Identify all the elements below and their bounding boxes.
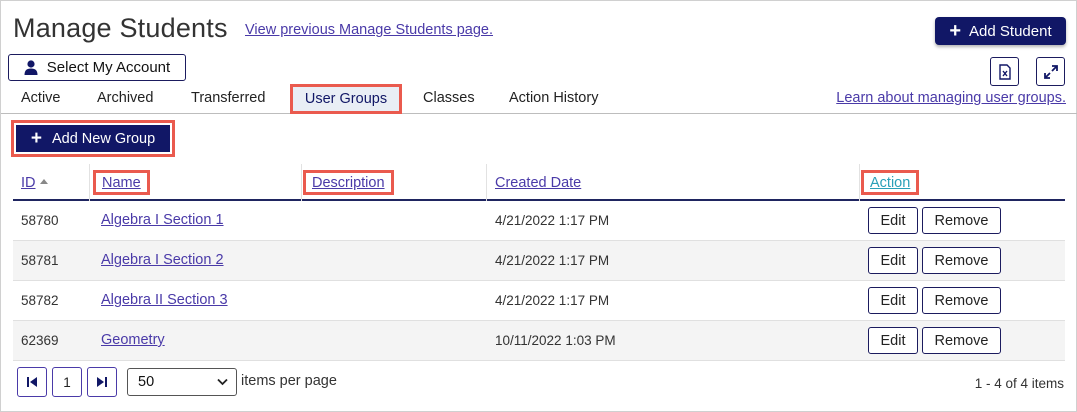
first-page-icon [27,377,37,387]
row-name-link[interactable]: Algebra II Section 3 [101,292,228,308]
view-previous-page-link[interactable]: View previous Manage Students page. [245,22,493,38]
table-row: 58781 Algebra I Section 2 4/21/2022 1:17… [13,241,1065,281]
row-id: 58781 [21,253,59,268]
page-title: Manage Students [13,13,228,43]
tab-active[interactable]: Active [21,90,61,106]
edit-button[interactable]: Edit [868,207,918,234]
table-header: ID Name Description Created Date Action [13,164,1065,201]
chevron-down-icon [217,378,228,386]
row-id: 58782 [21,293,59,308]
last-page-button[interactable] [87,367,117,397]
user-groups-table: ID Name Description Created Date Action … [13,164,1065,361]
tab-user-groups[interactable]: User Groups [290,84,402,114]
column-header-id-label: ID [21,175,36,191]
learn-user-groups-link[interactable]: Learn about managing user groups. [836,90,1066,106]
tab-bar: Active Archived Transferred User Groups … [1,81,1077,114]
row-name-link[interactable]: Geometry [101,332,165,348]
tab-transferred[interactable]: Transferred [191,90,265,106]
edit-button[interactable]: Edit [868,327,918,354]
user-icon [24,60,38,75]
add-new-group-inner: + Add New Group [16,125,170,152]
edit-button[interactable]: Edit [868,287,918,314]
add-student-label: Add Student [969,22,1052,40]
items-per-page-value: 50 [138,374,155,390]
column-divider [486,164,487,201]
row-name-link[interactable]: Algebra I Section 2 [101,252,224,268]
select-my-account-label: Select My Account [46,59,171,76]
column-header-created-date[interactable]: Created Date [495,175,581,191]
row-created-date: 10/11/2022 1:03 PM [495,333,616,348]
page-number-button[interactable]: 1 [52,367,82,397]
row-created-date: 4/21/2022 1:17 PM [495,253,610,268]
items-per-page-select[interactable]: 50 [127,368,237,396]
row-created-date: 4/21/2022 1:17 PM [495,293,610,308]
row-id: 62369 [21,333,59,348]
column-divider [859,164,860,201]
tab-archived[interactable]: Archived [97,90,153,106]
select-my-account-button[interactable]: Select My Account [8,54,186,81]
column-header-id[interactable]: ID [21,175,48,191]
row-name-link[interactable]: Algebra I Section 1 [101,212,224,228]
remove-button[interactable]: Remove [922,327,1001,354]
edit-button[interactable]: Edit [868,247,918,274]
column-divider [89,164,90,201]
last-page-icon [97,377,107,387]
expand-icon [1043,64,1058,79]
table-row: 62369 Geometry 10/11/2022 1:03 PM Edit R… [13,321,1065,361]
table-row: 58780 Algebra I Section 1 4/21/2022 1:17… [13,201,1065,241]
column-header-action: Action [861,170,920,195]
column-header-name[interactable]: Name [93,170,150,195]
add-student-button[interactable]: + Add Student [935,17,1066,45]
manage-students-page: Manage Students View previous Manage Stu… [0,0,1077,412]
first-page-button[interactable] [17,367,47,397]
tab-classes[interactable]: Classes [423,90,475,106]
plus-icon: + [30,128,42,149]
remove-button[interactable]: Remove [922,247,1001,274]
add-new-group-label: Add New Group [51,130,156,147]
plus-icon: + [949,20,962,42]
row-id: 58780 [21,213,59,228]
excel-export-icon [998,63,1011,80]
tab-action-history[interactable]: Action History [509,90,598,106]
sort-asc-icon [39,179,48,184]
table-row: 58782 Algebra II Section 3 4/21/2022 1:1… [13,281,1065,321]
column-divider [301,164,302,201]
column-header-description[interactable]: Description [303,170,394,195]
add-new-group-button[interactable]: + Add New Group [11,120,175,157]
remove-button[interactable]: Remove [922,207,1001,234]
items-count: 1 - 4 of 4 items [974,376,1064,391]
remove-button[interactable]: Remove [922,287,1001,314]
row-created-date: 4/21/2022 1:17 PM [495,213,610,228]
items-per-page-label: items per page [241,373,337,389]
